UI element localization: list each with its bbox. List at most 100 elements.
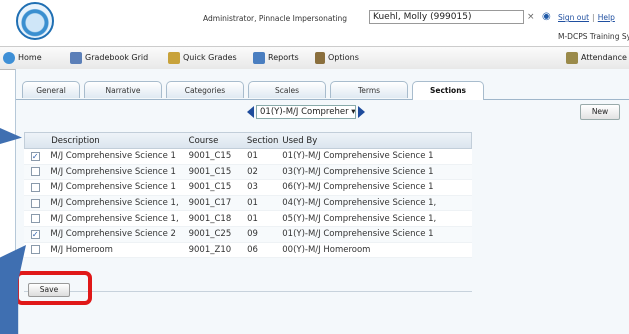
table-row[interactable]: M/J Comprehensive Science 1, 9001_C17 01 04… — [24, 195, 472, 212]
column-description[interactable]: Description — [47, 136, 186, 146]
row-checkbox[interactable] — [30, 198, 40, 208]
reports-button[interactable]: Reports — [253, 51, 299, 65]
tab-categories[interactable]: Categories — [166, 81, 244, 98]
table-row[interactable]: M/J Comprehensive Science 1 9001_C15 02 03(… — [24, 164, 472, 181]
new-button[interactable]: New — [580, 104, 620, 120]
attendance-label: Attendance — [581, 53, 627, 62]
cell-section: 03 — [247, 182, 258, 193]
clear-icon[interactable]: × — [527, 12, 535, 22]
row-checkbox[interactable] — [30, 245, 40, 255]
tab-terms[interactable]: Terms — [330, 81, 408, 98]
cell-description: M/J Comprehensive Science 1 — [50, 151, 176, 162]
cell-used-by: 01(Y)-M/J Comprehensive Science 1 — [282, 151, 434, 162]
attendance-icon — [566, 52, 578, 64]
cell-used-by: 03(Y)-M/J Comprehensive Science 1 — [282, 166, 434, 177]
reports-label: Reports — [268, 53, 299, 62]
cell-used-by: 06(Y)-M/J Comprehensive Science 1 — [282, 182, 434, 193]
table-row[interactable]: M/J Comprehensive Science 1 9001_C15 03 06(… — [24, 180, 472, 196]
admin-text: Administrator, Pinnacle Impersonating — [203, 14, 348, 23]
quick-grades-icon — [168, 52, 180, 64]
settings-tabs: General Narrative Categories Scales Term… — [16, 81, 629, 100]
table-row[interactable]: M/J Comprehensive Science 1, 9001_C18 01 05… — [24, 211, 472, 227]
options-icon — [315, 52, 325, 64]
section-select[interactable]: 01(Y)-M/J Compreher ▾ — [256, 105, 356, 119]
home-button[interactable]: Home — [3, 51, 42, 65]
top-links: Sign out | Help — [558, 13, 615, 22]
cell-used-by: 00(Y)-M/J Homeroom — [282, 244, 371, 255]
cell-section: 01 — [247, 213, 258, 224]
cell-course: 9001_Z10 — [188, 244, 232, 255]
save-button[interactable]: Save — [28, 283, 70, 297]
options-button[interactable]: Options — [315, 51, 359, 65]
cell-section: 01 — [247, 198, 258, 209]
link-separator: | — [592, 13, 595, 22]
home-label: Home — [18, 53, 42, 62]
column-used-by[interactable]: Used By — [278, 136, 471, 146]
binoculars-icon[interactable]: ◉ — [542, 11, 551, 22]
settings-panel: General Narrative Categories Scales Term… — [15, 69, 629, 334]
gradebook-grid-button[interactable]: Gradebook Grid — [70, 51, 148, 65]
table-body: ✓ M/J Comprehensive Science 1 9001_C15 01 01… — [24, 149, 472, 259]
sign-out-link[interactable]: Sign out — [558, 13, 589, 22]
cell-used-by: 04(Y)-M/J Comprehensive Science 1, — [282, 198, 437, 209]
row-checkbox-cell: ✓ — [24, 229, 46, 239]
quick-grades-label: Quick Grades — [183, 53, 237, 62]
tab-scales[interactable]: Scales — [248, 81, 326, 98]
options-label: Options — [328, 53, 359, 62]
cell-course: 9001_C18 — [188, 213, 232, 224]
row-checkbox[interactable] — [30, 182, 40, 192]
column-section[interactable]: Section — [243, 136, 279, 146]
cell-course: 9001_C15 — [188, 182, 232, 193]
cell-section: 09 — [247, 229, 258, 240]
row-checkbox-cell — [24, 214, 46, 224]
tab-general[interactable]: General — [22, 81, 80, 98]
table-row[interactable]: M/J Homeroom 9001_Z10 06 00(Y)-M/J Homeroom — [24, 242, 472, 259]
cell-description: M/J Comprehensive Science 1 — [50, 182, 176, 193]
attendance-button[interactable]: Attendance — [566, 51, 627, 65]
cell-used-by: 05(Y)-M/J Comprehensive Science 1, — [282, 213, 437, 224]
cell-course: 9001_C25 — [188, 229, 232, 240]
cell-description: M/J Comprehensive Science 1, — [50, 198, 179, 209]
gradebook-grid-label: Gradebook Grid — [85, 53, 149, 62]
district-logo — [16, 2, 54, 40]
section-navigator: 01(Y)-M/J Compreher ▾ — [247, 104, 365, 120]
next-section-icon[interactable] — [358, 106, 365, 118]
table-row[interactable]: ✓ M/J Comprehensive Science 1 9001_C15 01 01… — [24, 149, 472, 165]
cell-section: 06 — [247, 244, 258, 255]
header-bar: Administrator, Pinnacle Impersonating Ku… — [0, 0, 629, 46]
home-icon — [3, 52, 15, 64]
gradebook-icon — [70, 52, 82, 64]
cell-section: 02 — [247, 166, 258, 177]
row-checkbox-cell: ✓ — [24, 151, 46, 161]
row-checkbox[interactable]: ✓ — [30, 229, 40, 239]
row-checkbox-cell — [24, 198, 46, 208]
cell-description: M/J Homeroom — [50, 244, 113, 255]
sections-table: Description Course Section Used By ✓ M/J … — [24, 132, 472, 259]
previous-section-icon[interactable] — [247, 106, 254, 118]
quick-grades-button[interactable]: Quick Grades — [168, 51, 237, 65]
impersonate-input[interactable]: Kuehl, Molly (999015) — [369, 10, 524, 24]
help-link[interactable]: Help — [598, 13, 615, 22]
cell-course: 9001_C15 — [188, 151, 232, 162]
cell-course: 9001_C15 — [188, 166, 232, 177]
row-checkbox-cell — [24, 245, 46, 255]
school-name: M-DCPS Training System — [558, 32, 629, 41]
cell-used-by: 01(Y)-M/J Comprehensive Science 1 — [282, 229, 434, 240]
table-row[interactable]: ✓ M/J Comprehensive Science 2 9001_C25 09 01… — [24, 226, 472, 243]
tab-sections[interactable]: Sections — [412, 81, 484, 100]
table-header: Description Course Section Used By — [24, 132, 472, 149]
save-highlight: Save — [15, 271, 92, 305]
row-checkbox-cell — [24, 167, 46, 177]
cell-section: 01 — [247, 151, 258, 162]
cell-course: 9001_C17 — [188, 198, 232, 209]
cell-description: M/J Comprehensive Science 1 — [50, 166, 176, 177]
row-checkbox-cell — [24, 182, 46, 192]
cell-description: M/J Comprehensive Science 2 — [50, 229, 176, 240]
column-course[interactable]: Course — [187, 136, 243, 146]
tab-narrative[interactable]: Narrative — [84, 81, 162, 98]
row-checkbox[interactable] — [30, 167, 40, 177]
row-checkbox[interactable]: ✓ — [30, 151, 40, 161]
row-checkbox[interactable] — [30, 214, 40, 224]
reports-icon — [253, 52, 265, 64]
main-toolbar: Home Gradebook Grid Quick Grades Reports… — [0, 46, 629, 70]
